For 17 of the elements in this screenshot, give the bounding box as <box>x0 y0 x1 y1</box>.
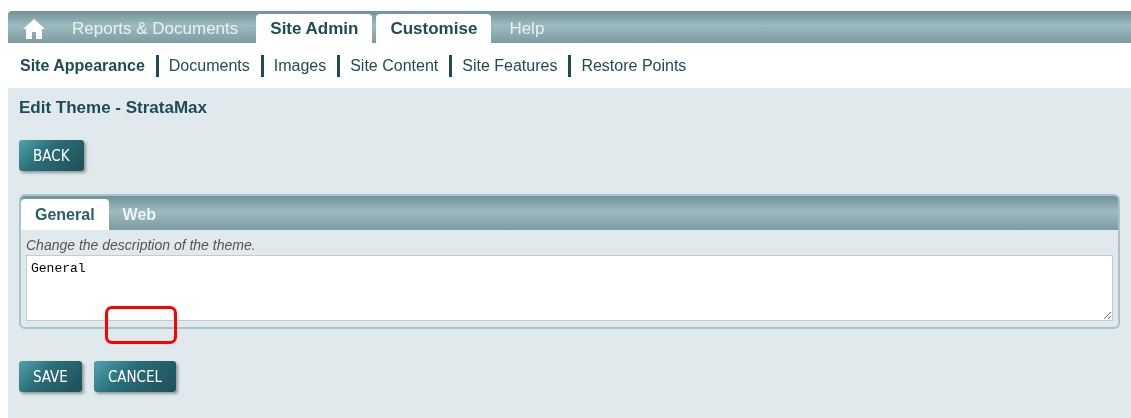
subnav-link[interactable]: Site Content <box>350 56 450 75</box>
back-button[interactable]: BACK <box>19 140 84 171</box>
panel-tab[interactable]: General <box>21 199 109 230</box>
cancel-button[interactable]: CANCEL <box>93 361 177 392</box>
description-field[interactable]: General <box>26 255 1113 321</box>
subnav-link[interactable]: Images <box>273 56 338 75</box>
nav-tab[interactable]: Customise <box>376 14 492 43</box>
highlight-box <box>105 306 177 344</box>
save-button[interactable]: SAVE <box>19 361 82 392</box>
subnav-link[interactable]: Site Appearance <box>20 56 156 75</box>
page-title: Edit Theme - StrataMax <box>19 98 208 119</box>
home-icon <box>22 17 46 40</box>
field-hint: Change the description of the theme. <box>25 236 257 255</box>
subnav-link[interactable]: Documents <box>168 56 261 75</box>
subnav-link[interactable]: Restore Points <box>581 56 698 75</box>
nav-tab[interactable]: Site Admin <box>256 14 373 43</box>
subnav-link[interactable]: Site Features <box>462 56 569 75</box>
